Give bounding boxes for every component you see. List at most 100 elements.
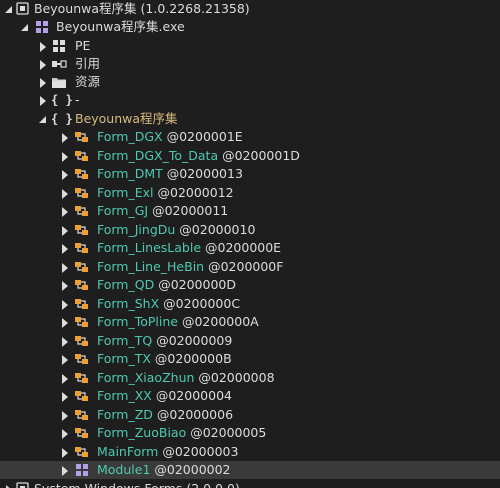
collapsed-arrow-icon[interactable] xyxy=(60,316,70,328)
namespace-braces-icon: { } xyxy=(51,93,73,107)
type-name: Form_ToPline xyxy=(97,314,178,329)
tree-node-type[interactable]: Form_TX @0200000B xyxy=(0,350,500,368)
tree-node-pe[interactable]: PE xyxy=(0,37,500,55)
collapsed-arrow-icon[interactable] xyxy=(4,483,14,488)
collapsed-arrow-icon[interactable] xyxy=(60,261,70,273)
tree-node-assembly[interactable]: Beyounwa程序集 (1.0.2268.21358) xyxy=(0,0,500,18)
collapsed-arrow-icon[interactable] xyxy=(60,150,70,162)
tree-node-namespace[interactable]: { } Beyounwa程序集 xyxy=(0,110,500,128)
class-icon xyxy=(74,185,90,201)
class-icon xyxy=(74,259,90,275)
metadata-token: @02000003 xyxy=(162,444,239,459)
class-icon xyxy=(74,277,90,293)
collapsed-arrow-icon[interactable] xyxy=(38,76,48,88)
tree-node-assembly-partial[interactable]: System.Windows.Forms (2.0.0.0) xyxy=(0,480,500,488)
tree-node-module[interactable]: Beyounwa程序集.exe xyxy=(0,18,500,36)
metadata-token: @0200001E xyxy=(166,129,243,144)
tree-node-type[interactable]: Form_QD @0200000D xyxy=(0,276,500,294)
collapsed-arrow-icon[interactable] xyxy=(38,40,48,52)
collapsed-arrow-icon[interactable] xyxy=(60,224,70,236)
tree-node-type[interactable]: Form_LinesLable @0200000E xyxy=(0,239,500,257)
pe-label: PE xyxy=(75,38,91,53)
tree-node-type[interactable]: Form_XiaoZhun @02000008 xyxy=(0,369,500,387)
expanded-arrow-icon[interactable] xyxy=(20,21,30,33)
type-name: Form_TX xyxy=(97,351,151,366)
collapsed-arrow-icon[interactable] xyxy=(60,446,70,458)
type-name: Form_DMT xyxy=(97,166,163,181)
metadata-token: @0200000E xyxy=(205,240,282,255)
collapsed-arrow-icon[interactable] xyxy=(60,335,70,347)
collapsed-arrow-icon[interactable] xyxy=(60,131,70,143)
collapsed-arrow-icon[interactable] xyxy=(60,372,70,384)
module-icon xyxy=(34,19,50,35)
assembly-explorer-tree: Beyounwa程序集 (1.0.2268.21358) Beyounwa程序集… xyxy=(0,0,500,488)
collapsed-arrow-icon[interactable] xyxy=(60,353,70,365)
type-name: Module1 xyxy=(97,462,151,477)
class-icon xyxy=(74,407,90,423)
tree-node-type[interactable]: Form_XX @02000004 xyxy=(0,387,500,405)
tree-node-type[interactable]: Form_Line_HeBin @0200000F xyxy=(0,258,500,276)
tree-node-type[interactable]: Form_DGX_To_Data @0200001D xyxy=(0,147,500,165)
metadata-token: @02000006 xyxy=(156,407,234,422)
assembly-icon xyxy=(15,481,31,488)
collapsed-arrow-icon[interactable] xyxy=(60,242,70,254)
references-icon xyxy=(51,56,67,72)
tree-node-type[interactable]: Form_ZuoBiao @02000005 xyxy=(0,424,500,442)
tree-node-type[interactable]: Form_TQ @02000009 xyxy=(0,332,500,350)
tree-node-type[interactable]: Form_GJ @02000011 xyxy=(0,202,500,220)
tree-node-type[interactable]: Form_JingDu @02000010 xyxy=(0,221,500,239)
assembly-name: System.Windows.Forms (2.0.0.0) xyxy=(34,480,240,488)
metadata-token: @02000013 xyxy=(166,166,243,181)
metadata-token: @02000010 xyxy=(179,222,256,237)
collapsed-arrow-icon[interactable] xyxy=(60,427,70,439)
collapsed-arrow-icon[interactable] xyxy=(60,298,70,310)
tree-node-type[interactable]: Form_Exl @02000012 xyxy=(0,184,500,202)
tree-node-resources[interactable]: 资源 xyxy=(0,73,500,91)
class-icon xyxy=(74,203,90,219)
class-icon xyxy=(74,444,90,460)
collapsed-arrow-icon[interactable] xyxy=(60,464,70,476)
metadata-token: @0200001D xyxy=(222,148,300,163)
expanded-arrow-icon[interactable] xyxy=(38,113,48,125)
tree-node-type[interactable]: Form_DMT @02000013 xyxy=(0,165,500,183)
type-name: Form_Line_HeBin xyxy=(97,259,205,274)
expanded-arrow-icon[interactable] xyxy=(4,3,14,15)
type-name: Form_JingDu xyxy=(97,222,176,237)
metadata-token: @02000004 xyxy=(155,388,232,403)
type-name: Form_Exl xyxy=(97,185,154,200)
module-class-icon xyxy=(74,462,90,478)
tree-node-type-selected[interactable]: Module1 @02000002 xyxy=(0,461,500,479)
metadata-token: @02000005 xyxy=(190,425,267,440)
tree-node-type[interactable]: Form_ShX @0200000C xyxy=(0,295,500,313)
empty-namespace-label: - xyxy=(75,92,80,107)
collapsed-arrow-icon[interactable] xyxy=(38,94,48,106)
metadata-token: @02000012 xyxy=(157,185,234,200)
pe-header-icon xyxy=(51,38,67,54)
type-name: Form_DGX_To_Data xyxy=(97,148,219,163)
tree-node-type[interactable]: Form_DGX @0200001E xyxy=(0,128,500,146)
class-icon xyxy=(74,240,90,256)
tree-node-type[interactable]: Form_ZD @02000006 xyxy=(0,406,500,424)
namespace-name: Beyounwa程序集 xyxy=(75,111,178,126)
tree-node-references[interactable]: 引用 xyxy=(0,55,500,73)
collapsed-arrow-icon[interactable] xyxy=(38,58,48,70)
class-icon xyxy=(74,425,90,441)
collapsed-arrow-icon[interactable] xyxy=(60,409,70,421)
metadata-token: @0200000F xyxy=(208,259,284,274)
references-label: 引用 xyxy=(75,56,101,71)
metadata-token: @0200000A xyxy=(181,314,259,329)
tree-node-empty-namespace[interactable]: { } - xyxy=(0,91,500,109)
tree-node-type[interactable]: MainForm @02000003 xyxy=(0,443,500,461)
collapsed-arrow-icon[interactable] xyxy=(60,168,70,180)
collapsed-arrow-icon[interactable] xyxy=(60,187,70,199)
collapsed-arrow-icon[interactable] xyxy=(60,390,70,402)
type-name: Form_XX xyxy=(97,388,152,403)
class-icon xyxy=(74,148,90,164)
tree-node-type[interactable]: Form_ToPline @0200000A xyxy=(0,313,500,331)
resources-label: 资源 xyxy=(75,74,101,89)
metadata-token: @02000002 xyxy=(154,462,231,477)
class-icon xyxy=(74,370,90,386)
collapsed-arrow-icon[interactable] xyxy=(60,279,70,291)
collapsed-arrow-icon[interactable] xyxy=(60,205,70,217)
module-name: Beyounwa程序集.exe xyxy=(56,19,185,34)
